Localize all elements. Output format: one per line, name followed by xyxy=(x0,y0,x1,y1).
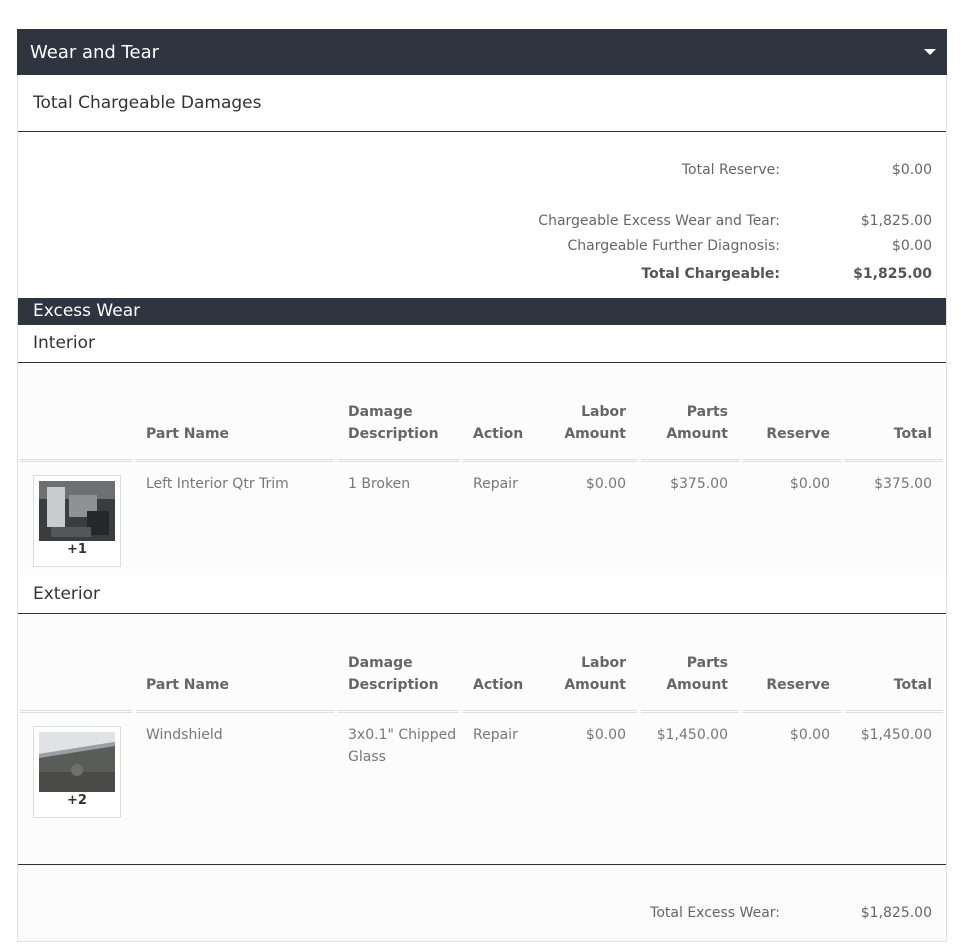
total-reserve-row: Total Reserve: $0.00 xyxy=(232,162,932,178)
col-action: Action xyxy=(473,426,524,442)
col-action: Action xyxy=(473,677,524,693)
total-chargeable-title: Total Chargeable Damages xyxy=(33,93,262,113)
exterior-photo-image xyxy=(39,732,115,792)
header-rule xyxy=(641,710,739,713)
excess-wear-band: Excess Wear xyxy=(18,298,946,325)
summary-value: $1,825.00 xyxy=(853,266,932,282)
header-rule xyxy=(136,459,334,462)
excess-wear-footer: Total Excess Wear: $1,825.00 xyxy=(18,864,946,941)
header-rule xyxy=(641,459,739,462)
caret-down-icon[interactable] xyxy=(924,49,936,55)
col-labor-1: Labor xyxy=(581,655,626,671)
header-rule xyxy=(845,710,943,713)
summary-label: Total Reserve: xyxy=(681,162,780,178)
labor-amount: $0.00 xyxy=(585,476,626,492)
total-chargeable-row: Total Chargeable: $1,825.00 xyxy=(232,266,932,282)
col-damage-1: Damage xyxy=(348,404,413,420)
col-total: Total xyxy=(893,426,932,442)
header-rule xyxy=(20,710,132,713)
header-rule xyxy=(539,710,637,713)
col-part-name: Part Name xyxy=(146,426,230,442)
col-damage-1: Damage xyxy=(348,655,413,671)
wear-and-tear-panel-header[interactable]: Wear and Tear xyxy=(17,29,947,75)
header-rule xyxy=(338,459,459,462)
header-rule xyxy=(845,459,943,462)
damage-description: 1 Broken xyxy=(348,476,411,492)
summary-label: Chargeable Further Diagnosis: xyxy=(567,238,780,254)
col-reserve: Reserve xyxy=(766,426,830,442)
part-name: Left Interior Qtr Trim xyxy=(146,476,289,492)
col-labor-2: Amount xyxy=(564,677,626,693)
header-rule xyxy=(338,710,459,713)
damage-description-line-2: Glass xyxy=(348,749,386,765)
total-excess-wear-row: Total Excess Wear: $1,825.00 xyxy=(232,905,932,921)
exterior-title: Exterior xyxy=(33,584,101,604)
action: Repair xyxy=(473,727,518,743)
summary-value: $1,825.00 xyxy=(860,213,932,229)
photo-count: +1 xyxy=(67,542,87,557)
col-parts-2: Amount xyxy=(666,677,728,693)
summary-value: $0.00 xyxy=(891,162,932,178)
panel-title: Wear and Tear xyxy=(30,41,159,63)
col-parts-2: Amount xyxy=(666,426,728,442)
col-labor-2: Amount xyxy=(564,426,626,442)
interior-photo-image xyxy=(39,481,115,541)
labor-amount: $0.00 xyxy=(585,727,626,743)
summary-label: Total Chargeable: xyxy=(641,266,780,282)
interior-table: Part Name Damage Description Action Labo… xyxy=(18,363,946,575)
divider xyxy=(18,131,946,132)
col-total: Total xyxy=(893,677,932,693)
summary-value: $0.00 xyxy=(891,238,932,254)
col-damage-2: Description xyxy=(348,677,439,693)
parts-amount: $1,450.00 xyxy=(656,727,728,743)
header-rule xyxy=(136,710,334,713)
total-amount: $375.00 xyxy=(874,476,932,492)
damage-photo-thumbnail[interactable]: +2 xyxy=(33,726,121,818)
header-rule xyxy=(20,459,132,462)
photo-count: +2 xyxy=(67,793,87,808)
col-damage-2: Description xyxy=(348,426,439,442)
col-parts-1: Parts xyxy=(686,655,728,671)
col-labor-1: Labor xyxy=(581,404,626,420)
chargeable-diagnosis-row: Chargeable Further Diagnosis: $0.00 xyxy=(232,238,932,254)
reserve-amount: $0.00 xyxy=(789,476,830,492)
part-name: Windshield xyxy=(146,727,223,743)
summary-label: Total Excess Wear: xyxy=(650,905,780,921)
wear-and-tear-panel-body: Total Chargeable Damages Total Reserve: … xyxy=(17,75,947,942)
reserve-amount: $0.00 xyxy=(789,727,830,743)
col-part-name: Part Name xyxy=(146,677,230,693)
damage-description-line-1: 3x0.1" Chipped xyxy=(348,727,457,743)
header-rule xyxy=(743,459,841,462)
total-amount: $1,450.00 xyxy=(860,727,932,743)
summary-label: Chargeable Excess Wear and Tear: xyxy=(538,213,780,229)
chargeable-excess-row: Chargeable Excess Wear and Tear: $1,825.… xyxy=(232,213,932,229)
parts-amount: $375.00 xyxy=(670,476,728,492)
summary-value: $1,825.00 xyxy=(860,905,932,921)
col-reserve: Reserve xyxy=(766,677,830,693)
action: Repair xyxy=(473,476,518,492)
damage-photo-thumbnail[interactable]: +1 xyxy=(33,475,121,567)
header-rule xyxy=(539,459,637,462)
header-rule xyxy=(743,710,841,713)
col-parts-1: Parts xyxy=(686,404,728,420)
interior-title: Interior xyxy=(33,333,96,353)
exterior-table: Part Name Damage Description Action Labo… xyxy=(18,614,946,864)
